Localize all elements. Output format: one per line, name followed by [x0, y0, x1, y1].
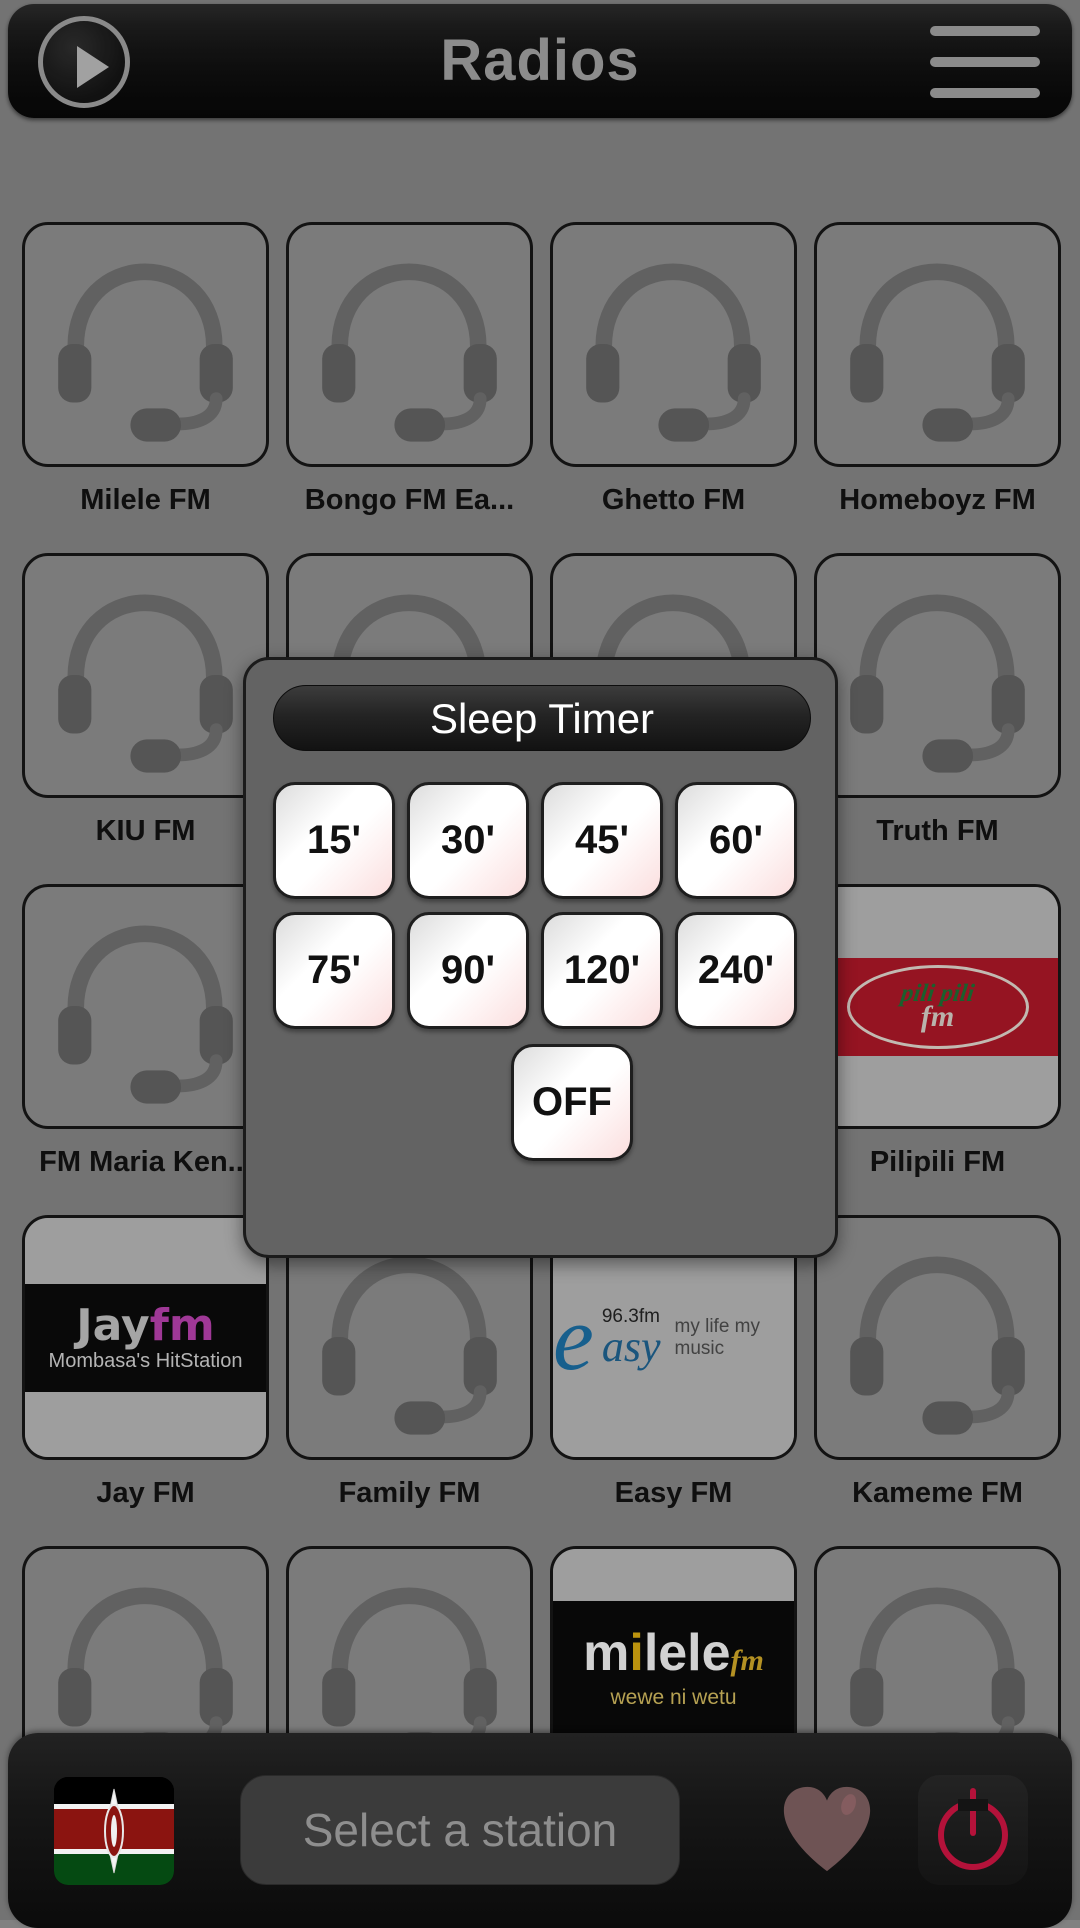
timer-button-75[interactable]: 75': [273, 912, 395, 1029]
dialog-title: Sleep Timer: [273, 685, 811, 751]
timer-button-60[interactable]: 60': [675, 782, 797, 899]
heart-icon[interactable]: [778, 1781, 876, 1879]
timer-button-15[interactable]: 15': [273, 782, 395, 899]
timer-button-off[interactable]: OFF: [511, 1044, 633, 1161]
timer-button-90[interactable]: 90': [407, 912, 529, 1029]
timer-button-45[interactable]: 45': [541, 782, 663, 899]
timer-button-30[interactable]: 30': [407, 782, 529, 899]
timer-button-120[interactable]: 120': [541, 912, 663, 1029]
station-selector-field[interactable]: Select a station: [240, 1775, 680, 1885]
kenya-flag-icon[interactable]: [54, 1777, 174, 1885]
timer-row-1: 15' 30' 45' 60': [273, 782, 814, 899]
sleep-timer-dialog: Sleep Timer 15' 30' 45' 60' 75' 90' 120'…: [243, 657, 838, 1258]
timer-button-240[interactable]: 240': [675, 912, 797, 1029]
timer-row-2: 75' 90' 120' 240': [273, 912, 814, 1029]
bottom-bar: Select a station: [8, 1733, 1072, 1928]
power-icon[interactable]: [918, 1775, 1028, 1885]
